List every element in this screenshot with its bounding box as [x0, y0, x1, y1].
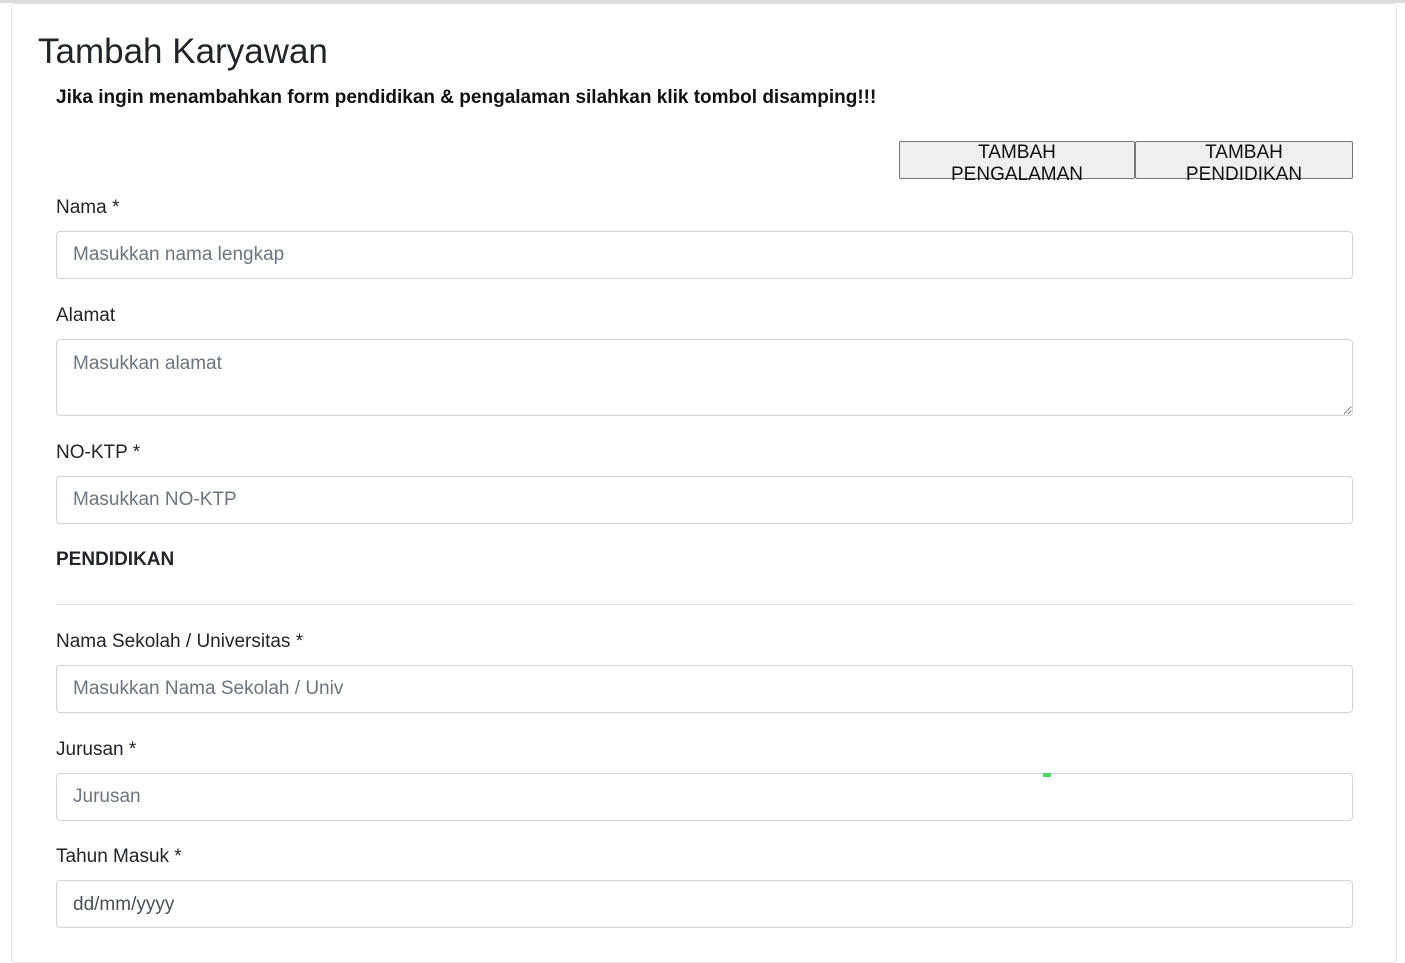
notice-text: Jika ingin menambahkan form pendidikan &…	[56, 87, 877, 108]
no-ktp-label: NO-KTP *	[56, 442, 141, 463]
section-divider	[56, 604, 1353, 605]
nama-sekolah-input[interactable]	[56, 665, 1353, 713]
add-experience-button[interactable]: TAMBAH PENGALAMAN	[899, 141, 1135, 185]
nama-sekolah-label: Nama Sekolah / Universitas *	[56, 631, 304, 652]
add-section-buttons: TAMBAH PENGALAMAN TAMBAH PENDIDIKAN	[899, 141, 1353, 185]
nama-label: Nama *	[56, 197, 120, 218]
jurusan-label: Jurusan *	[56, 739, 137, 760]
nama-input[interactable]	[56, 231, 1353, 279]
jurusan-input[interactable]	[56, 773, 1353, 821]
add-education-button[interactable]: TAMBAH PENDIDIKAN	[1135, 141, 1353, 185]
no-ktp-input[interactable]	[56, 476, 1353, 524]
alamat-label: Alamat	[56, 305, 116, 326]
tahun-masuk-date-input[interactable]	[56, 880, 1353, 928]
pendidikan-section-title: PENDIDIKAN	[56, 549, 175, 570]
tahun-masuk-label: Tahun Masuk *	[56, 846, 182, 867]
cursor-marker	[1043, 773, 1051, 777]
page-title: Tambah Karyawan	[38, 32, 328, 71]
alamat-textarea[interactable]	[56, 339, 1353, 416]
